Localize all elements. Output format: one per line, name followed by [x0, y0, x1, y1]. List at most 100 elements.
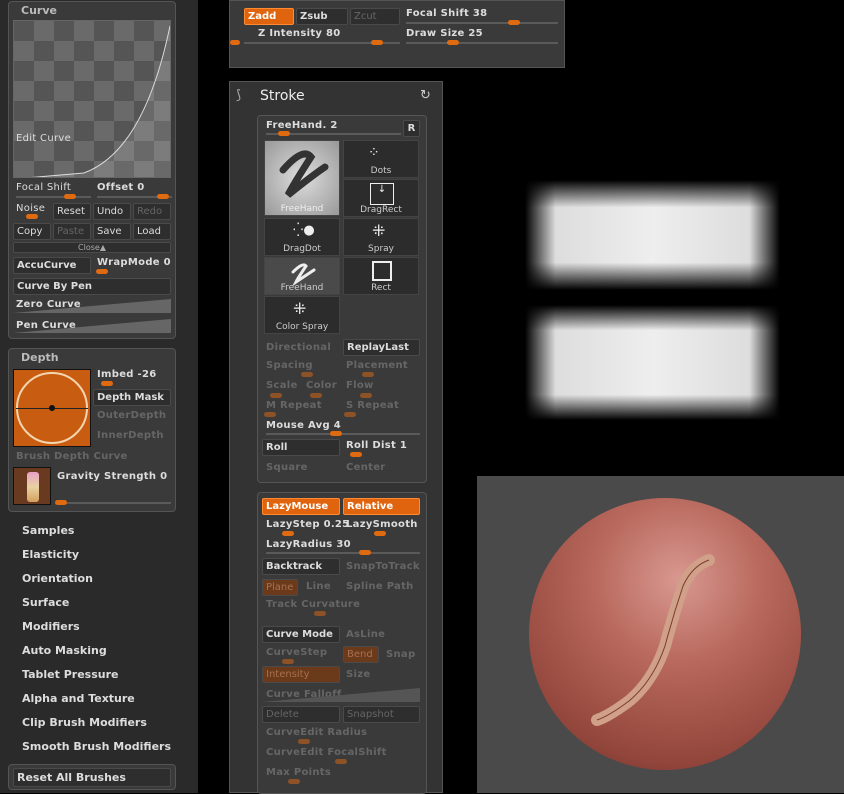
undo-button[interactable]: Undo [93, 203, 131, 220]
flow-knob[interactable] [360, 393, 372, 398]
placement-label[interactable]: Placement [346, 360, 408, 371]
lazyradius-label[interactable]: LazyRadius 30 [266, 539, 351, 550]
focal-shift-top-knob[interactable] [508, 20, 520, 25]
reset-button[interactable]: Reset [53, 203, 91, 220]
menu-clip-brush-modifiers[interactable]: Clip Brush Modifiers [22, 716, 147, 729]
zadd-button[interactable]: Zadd [244, 8, 294, 25]
roll-dist-label[interactable]: Roll Dist 1 [346, 440, 407, 451]
draw-size-knob[interactable] [447, 40, 459, 45]
mouse-avg-knob[interactable] [330, 431, 342, 436]
roll-button[interactable]: Roll [262, 439, 340, 456]
redo-button[interactable]: Redo [133, 203, 171, 220]
tile-rect[interactable]: Rect [343, 257, 419, 295]
s-repeat-label[interactable]: S Repeat [346, 400, 399, 411]
square-label[interactable]: Square [266, 462, 308, 473]
zsub-button[interactable]: Zsub [296, 8, 348, 25]
menu-orientation[interactable]: Orientation [22, 572, 93, 585]
freehand2-label[interactable]: FreeHand. 2 [266, 120, 338, 131]
offset-knob[interactable] [157, 194, 169, 199]
gravity-strength-slider[interactable] [57, 502, 171, 504]
z-intensity-knob[interactable] [371, 40, 383, 45]
color-knob[interactable] [310, 393, 322, 398]
tile-dragdot[interactable]: ⁛● DragDot [264, 218, 340, 256]
tile-dragrect[interactable]: ↓ DragRect [343, 179, 419, 217]
directional-label[interactable]: Directional [266, 342, 331, 353]
viewport[interactable] [477, 476, 844, 793]
wrapmode-label[interactable]: WrapMode 0 [97, 257, 171, 268]
depth-mask-button[interactable]: Depth Mask [93, 389, 171, 406]
track-curvature-knob[interactable] [314, 611, 326, 616]
refresh-icon[interactable]: ↻ [420, 88, 431, 103]
curveedit-focalshift-label[interactable]: CurveEdit FocalShift [266, 747, 387, 758]
draw-size-slider[interactable] [406, 42, 558, 44]
center-label[interactable]: Center [346, 462, 386, 473]
curve-by-pen-button[interactable]: Curve By Pen [13, 278, 171, 295]
copy-button[interactable]: Copy [13, 223, 51, 240]
replaylast-button[interactable]: ReplayLast [343, 339, 420, 356]
tile-dots[interactable]: ⁘ Dots [343, 140, 419, 178]
menu-modifiers[interactable]: Modifiers [22, 620, 80, 633]
brush-depth-curve-label[interactable]: Brush Depth Curve [16, 451, 128, 462]
asline-label[interactable]: AsLine [346, 629, 385, 640]
save-button[interactable]: Save [93, 223, 131, 240]
z-intensity-label[interactable]: Z Intensity 80 [258, 28, 341, 39]
outer-depth-label[interactable]: OuterDepth [97, 410, 166, 421]
lazysmooth-label[interactable]: LazySmooth [346, 519, 418, 530]
bend-button[interactable]: Bend [343, 646, 379, 663]
menu-tablet-pressure[interactable]: Tablet Pressure [22, 668, 118, 681]
curvestep-label[interactable]: CurveStep [266, 647, 327, 658]
flow-label[interactable]: Flow [346, 380, 374, 391]
lazystep-knob[interactable] [282, 531, 294, 536]
max-points-knob[interactable] [288, 779, 300, 784]
curveedit-focalshift-knob[interactable] [335, 759, 347, 764]
track-curvature-label[interactable]: Track Curvature [266, 599, 360, 610]
line-label[interactable]: Line [306, 581, 331, 592]
tile-freehand[interactable]: FreeHand [264, 257, 340, 295]
lazyradius-slider[interactable] [266, 552, 420, 554]
accucurve-button[interactable]: AccuCurve [13, 257, 91, 274]
delete-button[interactable]: Delete [262, 706, 340, 723]
tile-freehand-main[interactable]: FreeHand [264, 140, 340, 216]
placement-knob[interactable] [362, 372, 374, 377]
menu-surface[interactable]: Surface [22, 596, 69, 609]
noise-label[interactable]: Noise [16, 203, 45, 214]
mouse-avg-slider[interactable] [266, 433, 420, 435]
snap-label[interactable]: Snap [386, 649, 415, 660]
snaptotrack-label[interactable]: SnapToTrack [346, 561, 420, 572]
paste-button[interactable]: Paste [53, 223, 91, 240]
s-repeat-knob[interactable] [344, 412, 356, 417]
noise-knob[interactable] [26, 214, 38, 219]
load-button[interactable]: Load [133, 223, 171, 240]
curvestep-knob[interactable] [282, 659, 294, 664]
m-repeat-knob[interactable] [264, 412, 276, 417]
zcut-button[interactable]: Zcut [350, 8, 400, 25]
focal-shift-top-label[interactable]: Focal Shift 38 [406, 8, 487, 19]
left-edge-knob[interactable] [230, 40, 240, 45]
tile-color-spray[interactable]: ⁜ Color Spray [264, 296, 340, 334]
curve-mode-button[interactable]: Curve Mode [262, 626, 340, 643]
focal-shift-slider[interactable] [16, 196, 91, 198]
curveedit-radius-label[interactable]: CurveEdit Radius [266, 727, 367, 738]
close-button[interactable]: Close▲ [13, 242, 171, 253]
menu-elasticity[interactable]: Elasticity [22, 548, 79, 561]
inner-depth-label[interactable]: InnerDepth [97, 430, 164, 441]
tile-spray[interactable]: ⁜ Spray [343, 218, 419, 256]
lazysmooth-knob[interactable] [374, 531, 386, 536]
scale-label[interactable]: Scale [266, 380, 298, 391]
relative-button[interactable]: Relative [343, 498, 420, 515]
lazymouse-button[interactable]: LazyMouse [262, 498, 340, 515]
gravity-strength-label[interactable]: Gravity Strength 0 [57, 471, 167, 482]
menu-alpha-and-texture[interactable]: Alpha and Texture [22, 692, 135, 705]
plane-button[interactable]: Plane [262, 579, 298, 596]
m-repeat-label[interactable]: M Repeat [266, 400, 322, 411]
draw-size-label[interactable]: Draw Size 25 [406, 28, 483, 39]
spacing-label[interactable]: Spacing [266, 360, 313, 371]
curve-editor[interactable]: Edit Curve [13, 20, 171, 178]
imbed-knob[interactable] [101, 381, 113, 386]
color-label[interactable]: Color [306, 380, 337, 391]
focal-shift-top-slider[interactable] [406, 22, 558, 24]
menu-auto-masking[interactable]: Auto Masking [22, 644, 107, 657]
roll-dist-knob[interactable] [350, 452, 362, 457]
reset-all-brushes-button[interactable]: Reset All Brushes [13, 768, 171, 787]
imbed-label[interactable]: Imbed -26 [97, 369, 157, 380]
